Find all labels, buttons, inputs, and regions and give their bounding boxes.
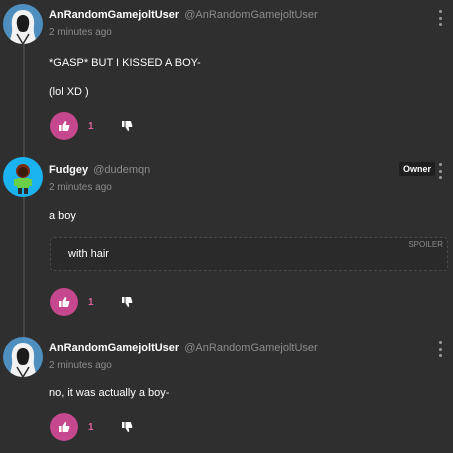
- comment-time: 2 minutes ago: [49, 182, 112, 193]
- thumbs-down-icon: [122, 121, 133, 131]
- like-button[interactable]: [50, 112, 78, 140]
- dislike-button[interactable]: [120, 295, 134, 309]
- kebab-menu-icon[interactable]: [437, 341, 443, 357]
- author-handle[interactable]: @AnRandomGamejoltUser: [184, 9, 317, 21]
- like-button[interactable]: [50, 288, 78, 316]
- thumbs-down-icon: [122, 422, 133, 432]
- like-count: 1: [88, 297, 94, 308]
- comment-author[interactable]: AnRandomGamejoltUser @AnRandomGamejoltUs…: [49, 9, 318, 21]
- spoiler-text: with hair: [68, 248, 109, 260]
- comment-text-line: a boy: [49, 210, 76, 222]
- comment-author[interactable]: Fudgey @dudemqn: [49, 164, 150, 176]
- spoiler-block[interactable]: SPOILER with hair: [50, 237, 448, 271]
- thumbs-up-icon: [59, 121, 70, 131]
- comment-time: 2 minutes ago: [49, 360, 112, 371]
- author-name[interactable]: AnRandomGamejoltUser: [49, 9, 179, 21]
- comment-text-line: no, it was actually a boy-: [49, 387, 170, 399]
- dislike-button[interactable]: [120, 420, 134, 434]
- thumbs-up-icon: [59, 422, 70, 432]
- author-name[interactable]: Fudgey: [49, 164, 88, 176]
- author-handle[interactable]: @dudemqn: [93, 164, 150, 176]
- thumbs-down-icon: [122, 297, 133, 307]
- author-name[interactable]: AnRandomGamejoltUser: [49, 342, 179, 354]
- hooded-figure-icon: [9, 343, 37, 377]
- author-handle[interactable]: @AnRandomGamejoltUser: [184, 342, 317, 354]
- comment-author[interactable]: AnRandomGamejoltUser @AnRandomGamejoltUs…: [49, 342, 318, 354]
- comment-time: 2 minutes ago: [49, 27, 112, 38]
- hooded-figure-icon: [9, 10, 37, 44]
- dislike-button[interactable]: [120, 119, 134, 133]
- avatar[interactable]: [3, 4, 43, 44]
- avatar[interactable]: [3, 157, 43, 197]
- comment-text-line: *GASP* BUT I KISSED A BOY-: [49, 57, 201, 69]
- like-button[interactable]: [50, 413, 78, 441]
- comment-text-line: (lol XD ): [49, 86, 89, 98]
- spoiler-label: SPOILER: [408, 240, 443, 249]
- avatar[interactable]: [3, 337, 43, 377]
- thumbs-up-icon: [59, 297, 70, 307]
- like-count: 1: [88, 422, 94, 433]
- kebab-menu-icon[interactable]: [437, 10, 443, 26]
- kebab-menu-icon[interactable]: [437, 163, 443, 179]
- owner-badge: Owner: [399, 162, 436, 176]
- like-count: 1: [88, 121, 94, 132]
- character-avatar-icon: [14, 164, 32, 194]
